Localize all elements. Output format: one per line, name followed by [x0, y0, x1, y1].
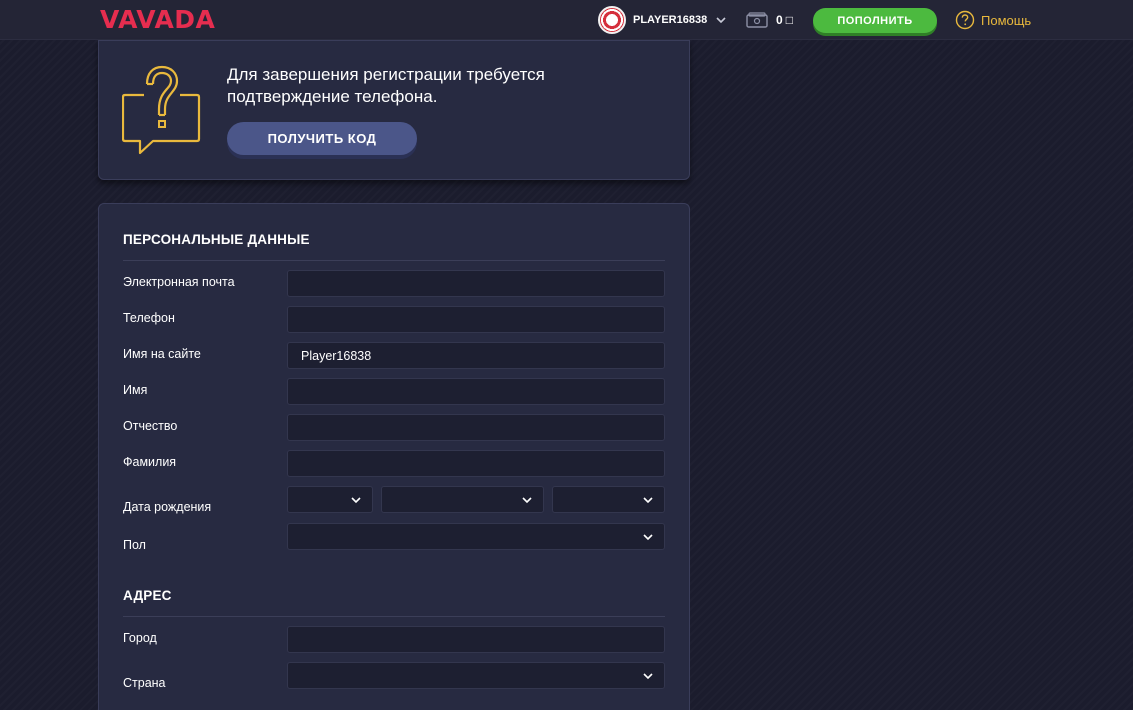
email-field[interactable]	[287, 270, 665, 297]
last-name-label: Фамилия	[123, 455, 177, 469]
last-name-field[interactable]	[287, 450, 665, 477]
deposit-button[interactable]: ПОПОЛНИТЬ	[813, 8, 937, 33]
balance-value: 0	[776, 13, 783, 27]
divider	[123, 616, 665, 617]
chevron-down-icon	[643, 534, 653, 541]
gender-label: Пол	[123, 538, 146, 552]
help-link[interactable]: Помощь	[955, 10, 1031, 30]
vavada-logo[interactable]: VAVADA	[100, 5, 215, 35]
nickname-label: Имя на сайте	[123, 347, 201, 361]
chevron-down-icon	[522, 497, 532, 504]
question-bubble-icon	[122, 65, 201, 155]
chevron-down-icon	[643, 497, 653, 504]
country-label: Страна	[123, 676, 166, 690]
verification-message: Для завершения регистрации требуется под…	[227, 65, 545, 106]
wallet-icon	[746, 12, 768, 28]
balance-display: 0 □	[746, 10, 793, 30]
city-label: Город	[123, 631, 157, 645]
avatar[interactable]	[598, 6, 626, 34]
gender-select[interactable]	[287, 523, 665, 550]
help-icon	[955, 10, 975, 30]
phone-field[interactable]	[287, 306, 665, 333]
country-select[interactable]	[287, 662, 665, 689]
nickname-field[interactable]	[287, 342, 665, 369]
email-label: Электронная почта	[123, 275, 235, 289]
help-label: Помощь	[981, 12, 1032, 28]
chevron-down-icon[interactable]	[715, 14, 727, 26]
patronymic-label: Отчество	[123, 419, 178, 433]
phone-verification-card: Для завершения регистрации требуется под…	[98, 40, 690, 180]
chevron-down-icon	[351, 497, 361, 504]
chevron-down-icon	[643, 673, 653, 680]
user-menu[interactable]: PLAYER16838	[598, 5, 727, 35]
username: PLAYER16838	[633, 14, 708, 26]
phone-label: Телефон	[123, 311, 175, 325]
birth-month-select[interactable]	[381, 486, 544, 513]
city-field[interactable]	[287, 626, 665, 653]
section-title-address: АДРЕС	[123, 588, 172, 603]
first-name-field[interactable]	[287, 378, 665, 405]
profile-form: ПЕРСОНАЛЬНЫЕ ДАННЫЕ Электронная почта Те…	[98, 203, 690, 710]
get-code-button[interactable]: ПОЛУЧИТЬ КОД	[227, 122, 417, 155]
patronymic-field[interactable]	[287, 414, 665, 441]
top-bar: VAVADA PLAYER16838 0 □ ПОПОЛНИТЬ Помощь	[0, 0, 1133, 40]
birth-year-select[interactable]	[552, 486, 665, 513]
section-title-personal: ПЕРСОНАЛЬНЫЕ ДАННЫЕ	[123, 232, 310, 247]
birth-day-select[interactable]	[287, 486, 373, 513]
first-name-label: Имя	[123, 383, 148, 397]
divider	[123, 260, 665, 261]
birth-date-label: Дата рождения	[123, 500, 212, 514]
currency-symbol: □	[785, 13, 793, 27]
